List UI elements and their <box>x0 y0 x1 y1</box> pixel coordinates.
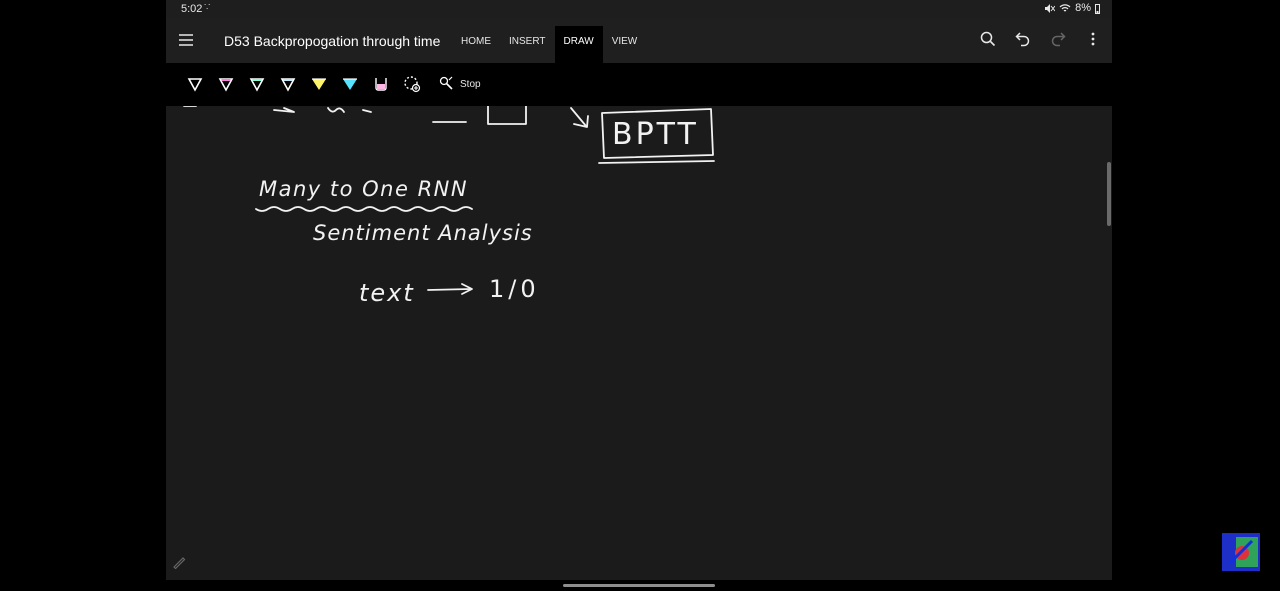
partial-arrow-stroke <box>273 107 295 113</box>
partial-text-stroke <box>327 107 345 113</box>
highlighter-pink-tool[interactable] <box>370 73 392 95</box>
output-ink-text: 1/0 <box>489 275 540 303</box>
home-indicator[interactable] <box>563 584 715 587</box>
status-time: 5:02 <box>181 3 203 15</box>
vertical-scrollbar[interactable] <box>1107 162 1111 226</box>
highlighter-yellow-tool[interactable] <box>308 73 330 95</box>
redo-icon[interactable] <box>1049 28 1067 50</box>
undo-icon[interactable] <box>1014 28 1032 50</box>
watermark-logo <box>1222 533 1260 571</box>
pen-stop-icon <box>438 76 454 92</box>
pen-corner-icon <box>172 555 186 569</box>
stop-label: Stop <box>460 78 481 90</box>
app-bar: D53 Backpropogation through time HOME IN… <box>166 18 1112 63</box>
status-notification-dots: ∵ <box>204 2 212 13</box>
tablet-screen: 5:02 ∵ 8% D53 Backpropogation through ti… <box>166 0 1112 580</box>
appbar-actions <box>979 28 1102 50</box>
partial-box-stroke <box>487 106 527 125</box>
tab-draw[interactable]: DRAW <box>554 26 603 63</box>
battery-percent: 8% <box>1075 2 1091 14</box>
status-right: 8% <box>1044 2 1100 14</box>
ribbon-tabs: HOME INSERT DRAW VIEW <box>452 26 646 63</box>
tab-home[interactable]: HOME <box>452 26 500 63</box>
heading-wavy-underline <box>255 206 473 212</box>
pen-white-tool[interactable] <box>184 73 206 95</box>
pen-lightblue-tool[interactable] <box>277 73 299 95</box>
arrow-to-bptt-stroke <box>570 107 587 127</box>
search-icon[interactable] <box>979 28 997 50</box>
tab-insert[interactable]: INSERT <box>500 26 555 63</box>
tab-view[interactable]: VIEW <box>603 26 647 63</box>
status-bar: 5:02 ∵ 8% <box>166 0 1112 18</box>
pen-tools: Stop <box>184 73 481 95</box>
more-icon[interactable] <box>1084 28 1102 50</box>
subheading-ink-text: Sentiment Analysis <box>313 221 533 245</box>
menu-icon[interactable] <box>178 32 194 48</box>
pen-pink-tool[interactable] <box>215 73 237 95</box>
ink-layer: BPTT Many to One RNN Sentiment Analysis … <box>183 106 715 307</box>
pen-teal-tool[interactable] <box>246 73 268 95</box>
long-arrow-stroke <box>427 288 472 291</box>
drawing-canvas[interactable]: BPTT Many to One RNN Sentiment Analysis … <box>166 106 1112 580</box>
mute-icon <box>1044 3 1056 14</box>
text-word-ink: text <box>359 279 415 307</box>
stop-button[interactable]: Stop <box>438 76 481 92</box>
heading-ink-text: Many to One RNN <box>259 177 468 201</box>
bptt-ink-text: BPTT <box>612 117 699 152</box>
lasso-add-icon[interactable] <box>401 73 423 95</box>
draw-toolbar: Stop <box>166 63 1112 106</box>
highlighter-cyan-tool[interactable] <box>339 73 361 95</box>
battery-icon <box>1095 3 1100 14</box>
wifi-icon <box>1059 3 1071 14</box>
page-title: D53 Backpropogation through time <box>224 33 441 49</box>
